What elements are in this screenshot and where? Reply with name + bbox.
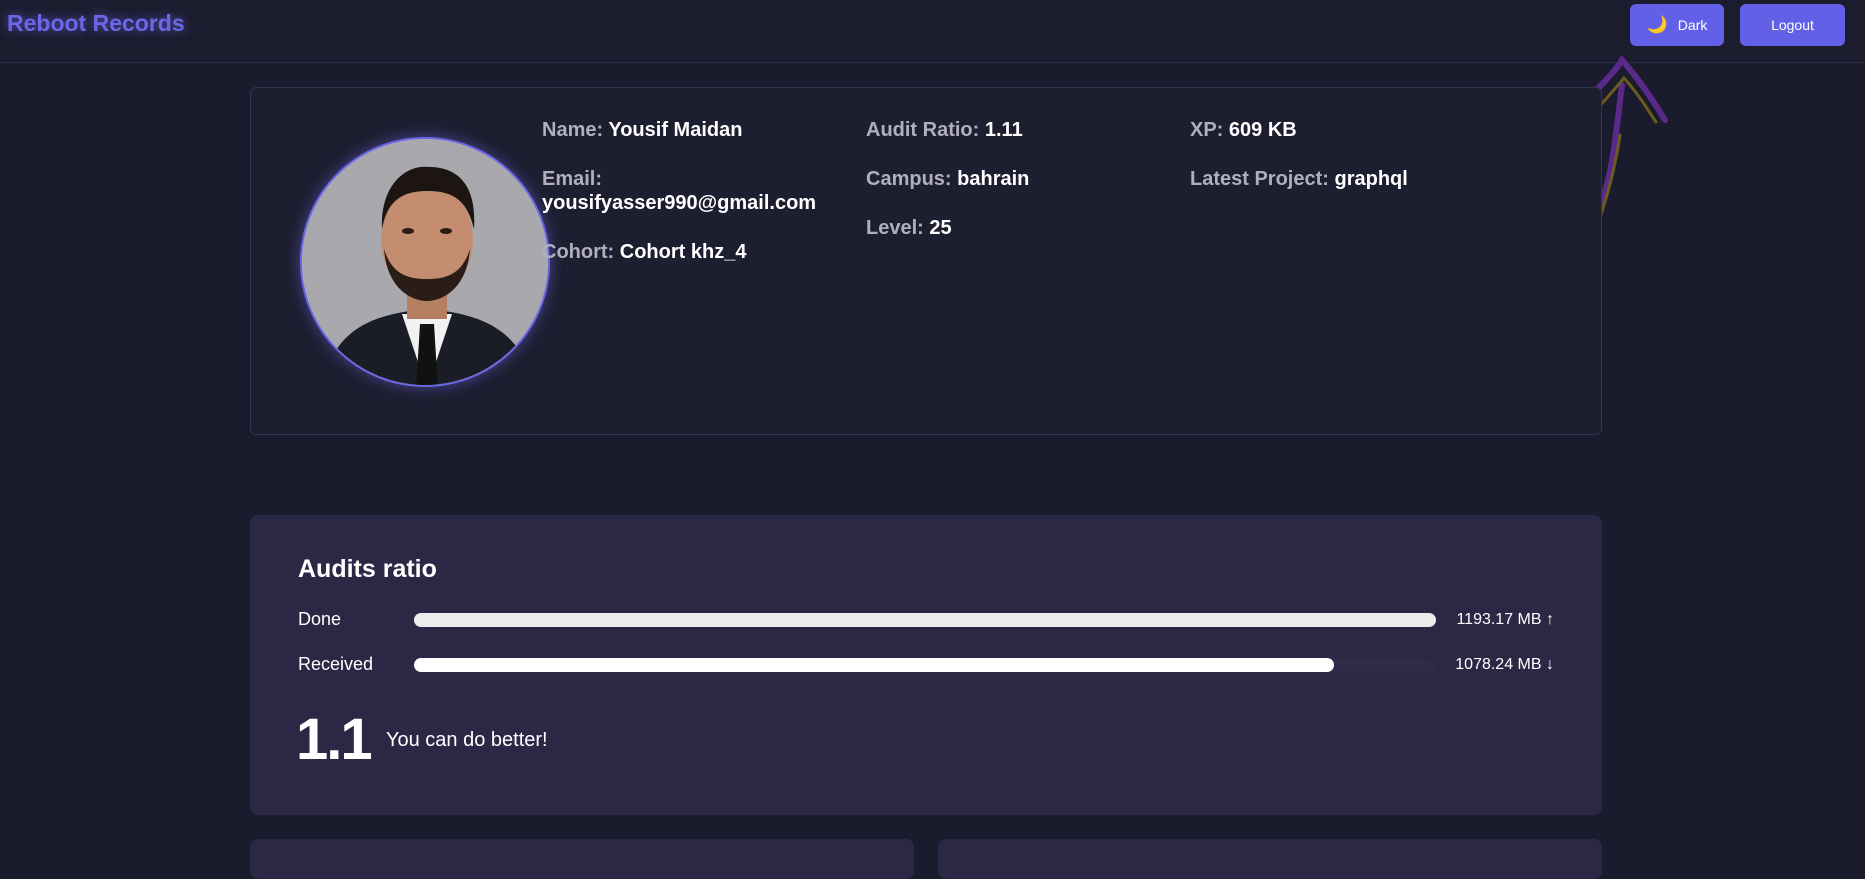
info-xp: XP: 609 KB — [1190, 118, 1297, 142]
name-value: Yousif Maidan — [608, 119, 743, 141]
audits-title: Audits ratio — [298, 555, 437, 583]
info-name: Name: Yousif Maidan — [542, 118, 742, 142]
received-bar-fill — [414, 658, 1334, 672]
ratio-value: 1.1 — [296, 707, 373, 772]
done-label: Done — [298, 609, 342, 629]
info-cohort: Cohort: Cohort khz_4 — [542, 240, 746, 264]
received-label: Received — [298, 654, 374, 674]
done-value: 1193.17 MB ↑ — [1456, 611, 1554, 628]
campus-key: Campus: — [866, 168, 952, 190]
brand-logo[interactable]: Reboot Records — [7, 10, 185, 37]
name-key: Name: — [542, 119, 604, 141]
latest-project-key: Latest Project: — [1190, 168, 1329, 190]
info-email: Email: yousifyasser990@gmail.com — [542, 167, 816, 215]
cohort-key: Cohort: — [542, 241, 615, 263]
logout-button[interactable]: Logout — [1740, 4, 1845, 46]
level-value: 25 — [929, 217, 952, 239]
top-navbar: Reboot Records 🌙 Dark Logout — [0, 0, 1865, 63]
xp-value: 609 KB — [1228, 119, 1297, 141]
campus-value: bahrain — [957, 168, 1030, 190]
done-bar-track — [414, 613, 1436, 627]
done-bar-fill — [414, 613, 1436, 627]
info-audit-ratio: Audit Ratio: 1.11 — [866, 118, 1023, 142]
email-value: yousifyasser990@gmail.com — [542, 192, 817, 214]
level-key: Level: — [866, 217, 924, 239]
email-key: Email: — [542, 168, 603, 190]
avatar-image — [302, 139, 548, 385]
audit-ratio-key: Audit Ratio: — [866, 119, 980, 141]
info-level: Level: 25 — [866, 216, 952, 240]
theme-toggle-label: Dark — [1677, 17, 1708, 33]
bottom-card-right — [938, 839, 1602, 879]
audit-ratio-value: 1.11 — [984, 119, 1023, 141]
received-bar-track — [414, 658, 1436, 672]
latest-project-value: graphql — [1334, 168, 1408, 190]
theme-toggle-button[interactable]: 🌙 Dark — [1630, 4, 1724, 46]
moon-icon: 🌙 — [1646, 15, 1668, 34]
profile-card: Name: Yousif Maidan Email: yousifyasser9… — [250, 87, 1602, 435]
info-latest-project: Latest Project: graphql — [1190, 167, 1408, 191]
xp-key: XP: — [1190, 119, 1224, 141]
info-campus: Campus: bahrain — [866, 167, 1029, 191]
received-value: 1078.24 MB ↓ — [1455, 656, 1554, 673]
avatar — [300, 137, 550, 387]
audits-ratio-card: Audits ratio Done 1193.17 MB ↑ Received … — [250, 515, 1602, 815]
bottom-card-left — [250, 839, 914, 879]
cohort-value: Cohort khz_4 — [619, 241, 747, 263]
ratio-message: You can do better! — [386, 729, 548, 751]
